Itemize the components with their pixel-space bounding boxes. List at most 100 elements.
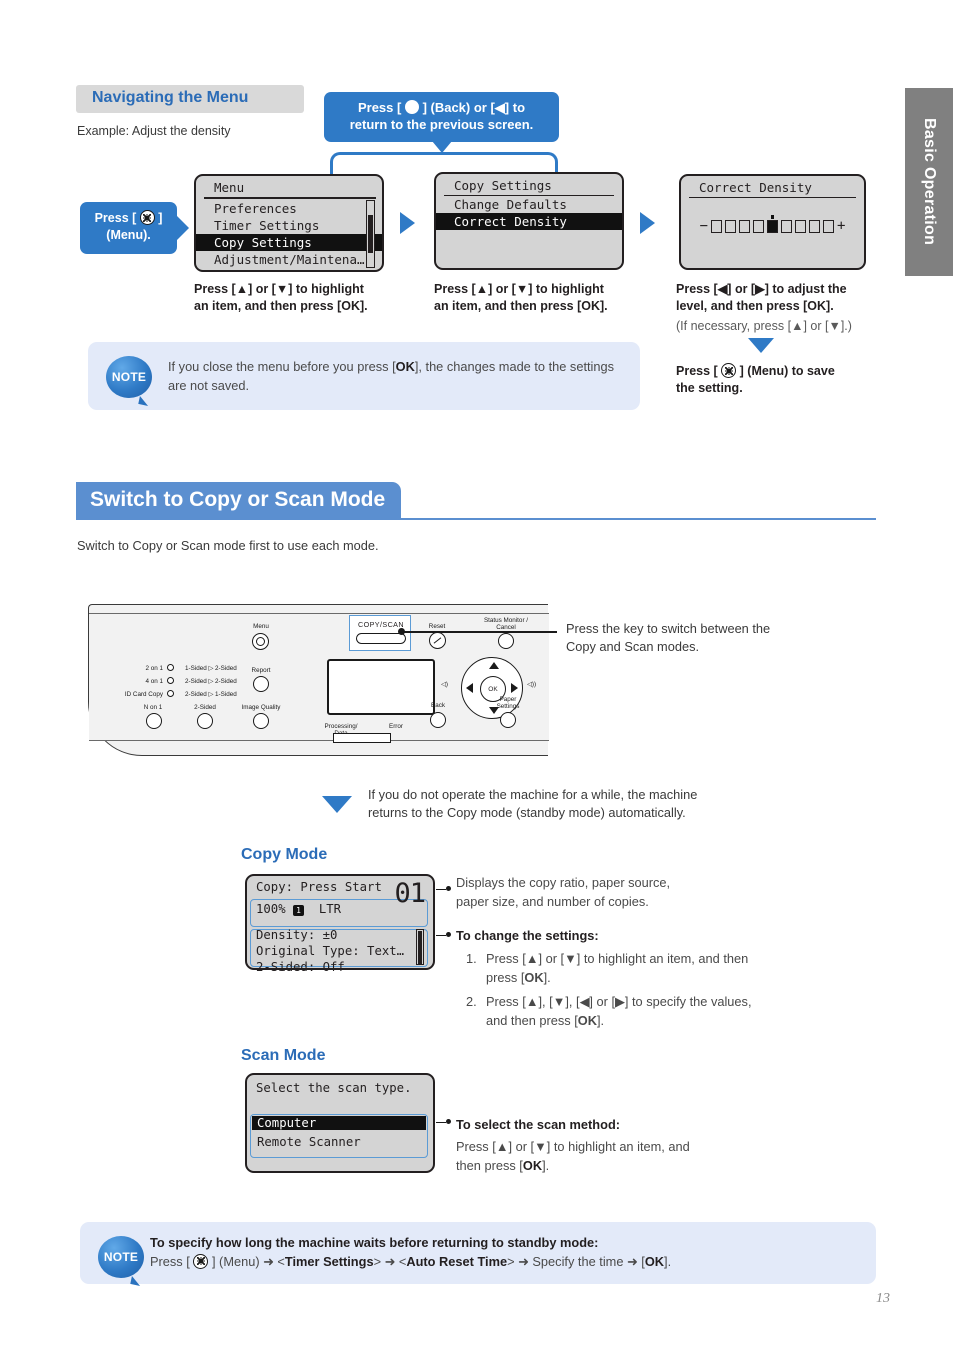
panel-duplex-label-0: 1-Sided ▷ 2-Sided — [185, 665, 237, 672]
density-box-2 — [725, 219, 736, 233]
panel-2-sided-label: 2-Sided — [194, 704, 216, 711]
note-bottom-text-a: Press [ — [150, 1253, 194, 1269]
panel-report-button[interactable] — [253, 676, 269, 692]
back-callout-line2: return to the previous screen. — [349, 117, 534, 133]
panel-volume-up-icon: ◁)) — [527, 681, 537, 688]
panel-n-on-1-label: N on 1 — [143, 704, 163, 711]
navigating-menu-title: Navigating the Menu — [92, 89, 249, 106]
panel-n-on-1-button[interactable] — [146, 713, 162, 729]
density-plus-label: + — [837, 218, 846, 234]
panel-report-label: Report — [251, 667, 271, 674]
panel-copyscan-button[interactable] — [356, 633, 406, 644]
lcd-screen-scan-mode: Select the scan type. Computer Remote Sc… — [245, 1073, 435, 1173]
panel-back-label: Back — [431, 702, 445, 709]
copy-step-2-text-c: OK — [577, 1012, 597, 1028]
panel-error-label: Error — [389, 723, 403, 730]
press-menu-text-a: Press [ — [94, 211, 140, 225]
panel-status-monitor-label2: Cancel — [496, 624, 516, 631]
density-box-6 — [781, 219, 792, 233]
panel-status-monitor-button[interactable] — [498, 633, 514, 649]
note-top-text: If you close the menu before you press [… — [168, 358, 618, 395]
lcd-screen-correct-density: Correct Density − + — [679, 174, 866, 270]
panel-status-monitor-label: Status Monitor / — [483, 617, 529, 624]
density-minus-label: − — [699, 218, 708, 234]
note-badge-top-icon: NOTE — [106, 356, 152, 398]
copy-lcd-line2: 100% 1 LTR — [256, 902, 341, 916]
back-callout-text-a: Press [ — [357, 100, 405, 115]
caption-step-4-text-a: Press [ — [676, 364, 722, 378]
panel-reset-button[interactable] — [429, 632, 446, 649]
panel-callout-line1: Press the key to switch between the — [566, 621, 771, 636]
copy-desc-leader-1 — [436, 889, 446, 891]
panel-led-label-1: 4 on 1 — [145, 678, 163, 685]
standby-note-text: If you do not operate the machine for a … — [368, 786, 788, 822]
lcd-copyset-row-0: Change Defaults — [454, 197, 567, 212]
panel-duplex-label-2: 2-Sided ▷ 1-Sided — [185, 691, 237, 698]
copy-step-2: 2. Press [▲], [▼], [◀] or [▶] to specify… — [466, 993, 776, 1030]
copy-mode-desc-line1: Displays the copy ratio, paper source, — [456, 875, 671, 890]
note-bottom-text-e: Auto Reset Time — [406, 1253, 508, 1269]
menu-key-icon-2 — [721, 363, 737, 378]
density-box-1 — [711, 219, 722, 233]
navigating-menu-header: Navigating the Menu — [76, 85, 304, 113]
flow-arrow-2-icon — [640, 212, 655, 234]
panel-dpad-right-icon[interactable] — [511, 683, 518, 693]
panel-dpad-up-icon[interactable] — [489, 662, 499, 669]
back-callout: Press [ ] (Back) or [◀] to return to the… — [324, 92, 559, 153]
press-menu-line1: Press [ ] — [80, 210, 177, 227]
scan-mode-desc-line2-b: OK — [522, 1157, 543, 1173]
caption-step-4-line2: the setting. — [676, 380, 743, 395]
panel-volume-down-icon: ◁) — [441, 681, 448, 688]
panel-led-2 — [167, 690, 174, 697]
copy-step-1-text-a: Press [▲] or [▼] to highlight an item, a… — [486, 951, 720, 966]
lcd-screen-menu: Menu Preferences Timer Settings Copy Set… — [194, 174, 384, 272]
note-bottom-text-f: > ➜ Specify the time ➜ [ — [507, 1253, 645, 1269]
caption-step-4-text-b: ] (Menu) to save — [736, 364, 835, 378]
panel-callout-line2: Copy and Scan modes. — [566, 639, 700, 655]
panel-led-label-0: 2 on 1 — [145, 665, 163, 672]
page-title: Switch to Copy or Scan Mode — [76, 482, 402, 519]
note-badge-bottom-icon: NOTE — [98, 1236, 144, 1278]
control-panel-illustration: Menu 2 on 1 4 on 1 ID Card Copy 1-Sided … — [88, 604, 549, 756]
density-level-bar: − + — [681, 214, 864, 234]
panel-image-quality-button[interactable] — [253, 713, 269, 729]
panel-paper-settings-label: Paper — [499, 696, 517, 703]
copy-desc-bullet-1 — [446, 886, 451, 891]
copy-desc-leader-2 — [436, 935, 446, 937]
copy-step-2-number: 2. — [466, 994, 477, 1009]
panel-2-sided-button[interactable] — [197, 713, 213, 729]
scan-mode-description: Press [▲] or [▼] to highlight an item, a… — [456, 1138, 756, 1175]
panel-dpad-left-icon[interactable] — [466, 683, 473, 693]
back-key-icon — [404, 100, 419, 114]
press-menu-text-b: ] — [154, 211, 163, 225]
note-top-text-b: OK — [395, 359, 415, 374]
back-callout-line1: Press [ ] (Back) or [◀] to — [324, 99, 559, 116]
note-box-bottom: NOTE To specify how long the machine wai… — [80, 1222, 876, 1284]
panel-paper-settings-button[interactable] — [500, 712, 516, 728]
copy-lcd-row1: Density: ±0 — [256, 928, 338, 942]
panel-reset-glyph-icon — [433, 637, 442, 644]
caption-step-4: Press [ ] (Menu) to save the setting. — [676, 363, 835, 397]
panel-menu-button[interactable] — [252, 633, 269, 650]
section-lead-text: Switch to Copy or Scan mode first to use… — [77, 538, 379, 553]
lcd-menu-title: Menu — [214, 180, 245, 195]
note-bottom-text-d: > ➜ < — [373, 1253, 407, 1269]
note-box-top: NOTE If you close the menu before you pr… — [88, 342, 640, 410]
panel-led-0 — [167, 664, 174, 671]
scan-mode-desc-line2: then press [OK]. — [456, 1157, 756, 1176]
copy-lcd-copy-count: 01 — [394, 878, 426, 909]
navigating-menu-subtitle: Example: Adjust the density — [77, 124, 231, 138]
note-badge-top-label: NOTE — [111, 370, 147, 384]
panel-led-label-2: ID Card Copy — [124, 691, 163, 698]
lcd-screen-copy-settings: Copy Settings Change Defaults Correct De… — [434, 172, 624, 270]
density-box-5-current — [767, 214, 778, 233]
caption-step-3: Press [◀] or [▶] to adjust the level, an… — [676, 281, 852, 335]
lcd-menu-divider — [204, 197, 376, 199]
panel-back-button[interactable] — [430, 712, 446, 728]
lcd-menu-row-2: Copy Settings — [196, 233, 382, 251]
panel-processing-label: Processing/ — [324, 723, 358, 730]
scan-lcd-line1: Select the scan type. — [256, 1081, 412, 1095]
panel-menu-glyph-icon — [256, 637, 265, 646]
copy-lcd-row2: Original Type: Text… — [256, 944, 405, 958]
copy-step-1-text-d: ]. — [543, 969, 551, 985]
